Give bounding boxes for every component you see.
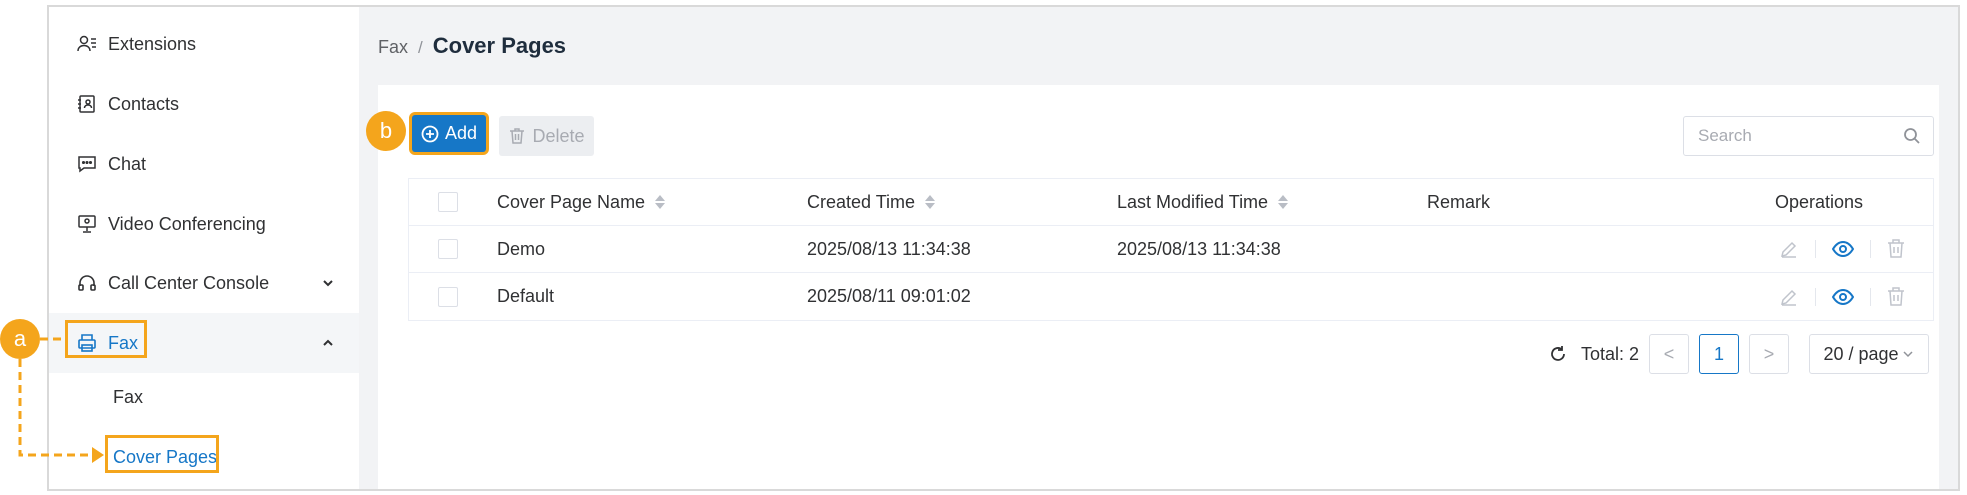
page-number-current[interactable]: 1 [1699, 334, 1739, 374]
column-header-modified[interactable]: Last Modified Time [1117, 179, 1289, 225]
sort-icon [1278, 195, 1289, 209]
sidebar-item-label: Contacts [108, 93, 180, 114]
next-page-button[interactable]: > [1749, 334, 1789, 374]
search-placeholder: Search [1698, 126, 1752, 145]
app-window: Extensions Contacts Chat Video Conferenc… [47, 5, 1960, 491]
column-header-name[interactable]: Cover Page Name [497, 179, 666, 225]
column-header-created[interactable]: Created Time [807, 179, 936, 225]
sidebar-item-label: Call Center Console [108, 272, 270, 293]
cover-pages-table: Cover Page Name Created Time Last Modifi… [408, 178, 1934, 321]
chat-bubble-icon [76, 153, 98, 175]
refresh-icon[interactable] [1549, 345, 1567, 363]
row-operations [1779, 273, 1905, 320]
prev-page-button[interactable]: < [1649, 334, 1689, 374]
sort-icon [655, 195, 666, 209]
plus-circle-icon [421, 125, 439, 142]
user-list-icon [76, 33, 98, 55]
chevron-up-icon [323, 339, 333, 346]
cell-created: 2025/08/13 11:34:38 [807, 238, 971, 259]
table-row: Demo 2025/08/13 11:34:38 2025/08/13 11:3… [409, 226, 1933, 273]
total-count: Total: 2 [1580, 343, 1639, 364]
breadcrumb-fax-link[interactable]: Fax [378, 37, 408, 58]
sidebar-item-chat[interactable]: Chat [49, 134, 359, 194]
delete-button[interactable]: Delete [499, 116, 594, 156]
sidebar-item-video-conferencing[interactable]: Video Conferencing [49, 194, 359, 254]
sidebar-item-contacts[interactable]: Contacts [49, 74, 359, 134]
select-all-checkbox[interactable] [438, 179, 458, 225]
main-content: Fax / Cover Pages Add Delete Search Cove… [359, 7, 1958, 489]
sidebar-subitem-fax[interactable]: Fax [49, 369, 359, 425]
highlight-fax [65, 320, 147, 358]
sidebar-subitem-label: Fax [113, 386, 144, 407]
column-header-label: Created Time [807, 191, 916, 212]
monitor-icon [76, 213, 98, 235]
sidebar-item-label: Video Conferencing [108, 213, 266, 234]
breadcrumb-separator: / [418, 38, 423, 57]
column-header-label: Last Modified Time [1117, 191, 1269, 212]
chevron-down-icon [323, 280, 333, 287]
contacts-book-icon [76, 93, 98, 115]
delete-icon[interactable] [1887, 239, 1905, 259]
edit-icon[interactable] [1779, 239, 1799, 259]
page-size-select[interactable]: 20 / page [1809, 334, 1929, 374]
cell-name: Default [497, 286, 555, 306]
column-header-label: Cover Page Name [497, 191, 646, 212]
page-title: Cover Pages [432, 33, 567, 58]
view-icon[interactable] [1832, 287, 1854, 307]
highlight-cover-pages [105, 435, 219, 473]
row-checkbox[interactable] [438, 226, 458, 272]
page-size-value: 20 / page [1823, 343, 1899, 364]
view-icon[interactable] [1832, 239, 1854, 259]
search-icon [1904, 128, 1920, 144]
chevron-down-icon [1903, 351, 1913, 358]
edit-icon[interactable] [1779, 287, 1799, 307]
add-button-label: Add [444, 123, 478, 143]
sidebar: Extensions Contacts Chat Video Conferenc… [49, 7, 359, 489]
content-panel: Add Delete Search Cover Page Name Create… [378, 85, 1939, 489]
sidebar-item-label: Chat [108, 153, 147, 174]
row-checkbox[interactable] [438, 273, 458, 320]
cell-created: 2025/08/11 09:01:02 [807, 286, 971, 306]
cell-name: Demo [497, 238, 546, 259]
delete-icon[interactable] [1887, 286, 1905, 307]
callout-b: b [366, 111, 406, 151]
headset-icon [76, 272, 98, 294]
table-row: Default 2025/08/11 09:01:02 [409, 273, 1933, 320]
breadcrumb: Fax / Cover Pages [378, 33, 566, 59]
delete-button-label: Delete [532, 125, 585, 146]
pagination: Total: 2 < 1 > 20 / page [1549, 334, 1929, 374]
trash-icon [510, 128, 525, 144]
sidebar-item-label: Extensions [108, 33, 197, 54]
table-header-row: Cover Page Name Created Time Last Modifi… [409, 179, 1933, 226]
cell-modified: 2025/08/13 11:34:38 [1117, 238, 1281, 259]
callout-a: a [0, 319, 40, 359]
sort-icon [925, 195, 936, 209]
sidebar-item-extensions[interactable]: Extensions [49, 14, 359, 74]
column-header-operations: Operations [1774, 191, 1863, 212]
add-button[interactable]: Add [412, 115, 486, 152]
column-header-remark: Remark [1427, 191, 1491, 212]
row-operations [1779, 226, 1905, 272]
search-input[interactable]: Search [1683, 116, 1934, 156]
sidebar-item-call-center-console[interactable]: Call Center Console [49, 253, 359, 313]
